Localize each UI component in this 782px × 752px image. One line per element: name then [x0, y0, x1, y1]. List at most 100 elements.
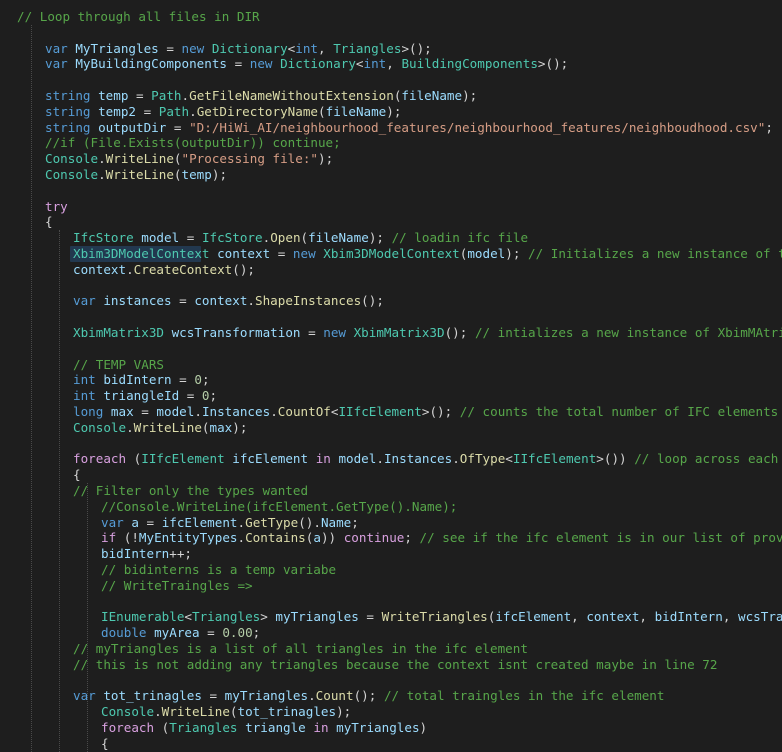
code-token: =: [227, 56, 250, 72]
code-token: .: [237, 530, 246, 546]
code-line[interactable]: var a = ifcElement.GetType().Name;: [101, 515, 359, 531]
code-token: ().: [298, 514, 321, 530]
code-token: outputDir: [98, 119, 167, 135]
code-line[interactable]: //Console.WriteLine(ifcElement.GetType()…: [101, 499, 457, 515]
code-line[interactable]: XbimMatrix3D wcsTransformation = new Xbi…: [73, 325, 782, 341]
code-token: myArea: [154, 625, 200, 641]
code-token: // Filter only the types wanted: [73, 483, 309, 498]
code-token: );: [505, 246, 528, 261]
code-line[interactable]: foreach (Triangles triangle in myTriangl…: [101, 720, 427, 736]
code-token: fileName: [325, 103, 387, 119]
code-token: .: [189, 103, 197, 119]
code-token: ;: [252, 625, 261, 641]
code-token: ;: [404, 530, 420, 546]
code-token: ,: [318, 40, 334, 56]
code-token: myTriangles: [336, 720, 420, 735]
code-token: IfcStore: [201, 230, 263, 246]
code-token: ShapeInstances: [255, 293, 362, 309]
code-token: .: [308, 688, 316, 704]
code-line[interactable]: //if (File.Exists(outputDir)) continue;: [45, 135, 341, 151]
code-line[interactable]: string temp = Path.GetFileNameWithoutExt…: [45, 88, 477, 104]
code-line[interactable]: // TEMP VARS: [73, 357, 164, 373]
code-token: Path: [151, 88, 182, 103]
code-token: <: [505, 451, 513, 467]
code-token: continue: [343, 530, 405, 546]
code-line[interactable]: bidIntern++;: [101, 546, 192, 562]
code-line[interactable]: Console.WriteLine("Processing file:");: [45, 151, 333, 167]
code-token: .: [181, 88, 190, 103]
code-token: );: [232, 419, 248, 435]
code-line[interactable]: // WriteTraingles =>: [101, 578, 253, 594]
code-line[interactable]: string temp2 = Path.GetDirectoryName(fil…: [45, 104, 401, 120]
code-token: );: [368, 230, 392, 246]
code-token: >();: [537, 56, 569, 72]
code-token: myTriangles: [224, 688, 309, 704]
code-token: var: [45, 56, 76, 72]
code-token: ifcElement: [495, 609, 572, 625]
code-token: Xbim3DModelContext: [73, 246, 210, 261]
code-token: Console: [73, 419, 127, 435]
code-token: WriteLine: [161, 704, 230, 720]
code-line[interactable]: if (!MyEntityTypes.Contains(a)) continue…: [101, 530, 782, 546]
code-line[interactable]: var tot_trinagles = myTriangles.Count();…: [73, 688, 664, 704]
code-editor[interactable]: // Loop through all files in DIR var MyTr…: [0, 0, 782, 752]
code-token: model: [141, 230, 180, 246]
code-line[interactable]: long max = model.Instances.CountOf<IIfcE…: [73, 404, 778, 420]
code-line[interactable]: Xbim3DModelContext context = new Xbim3DM…: [73, 246, 782, 262]
code-line[interactable]: foreach (IIfcElement ifcElement in model…: [73, 451, 782, 467]
code-token: .: [452, 451, 460, 467]
code-line[interactable]: context.CreateContext();: [73, 262, 255, 278]
code-token: tot_trinagles: [103, 688, 202, 704]
code-line[interactable]: IfcStore model = IfcStore.Open(fileName)…: [73, 230, 528, 246]
code-line[interactable]: int bidIntern = 0;: [73, 372, 210, 388]
code-token: );: [336, 704, 352, 720]
code-line[interactable]: Console.WriteLine(tot_trinagles);: [101, 704, 351, 720]
code-line[interactable]: try: [45, 199, 68, 215]
code-line[interactable]: // Filter only the types wanted: [73, 483, 308, 499]
code-token: 0: [201, 388, 210, 404]
code-token: {: [101, 735, 109, 751]
code-token: =: [179, 388, 202, 404]
code-token: GetFileNameWithoutExtension: [189, 88, 394, 103]
code-line[interactable]: var MyBuildingComponents = new Dictionar…: [45, 56, 568, 72]
code-token: WriteTriangles: [381, 609, 488, 625]
code-token: Instances: [383, 451, 453, 467]
code-line[interactable]: Console.WriteLine(max);: [73, 420, 247, 436]
code-line[interactable]: {: [45, 214, 53, 230]
code-line[interactable]: // bidinterns is a temp variabe: [101, 562, 336, 578]
code-token: // TEMP VARS: [73, 356, 164, 372]
code-token: .: [237, 514, 246, 530]
code-line[interactable]: double myArea = 0.00;: [101, 625, 260, 641]
code-line[interactable]: Console.WriteLine(temp);: [45, 167, 227, 183]
code-token: =: [171, 372, 195, 388]
code-line[interactable]: // myTriangles is a list of all triangle…: [73, 641, 528, 657]
code-token: GetDirectoryName: [196, 103, 319, 119]
code-token: ifcElement: [161, 514, 238, 530]
code-line[interactable]: int triangleId = 0;: [73, 388, 217, 404]
code-token: var: [73, 293, 104, 309]
code-token: (: [229, 704, 238, 720]
code-token: ;: [201, 372, 210, 388]
code-line[interactable]: IEnumerable<Triangles> myTriangles = Wri…: [101, 609, 782, 625]
code-line[interactable]: // this is not adding any triangles beca…: [73, 657, 717, 673]
code-line[interactable]: var MyTriangles = new Dictionary<int, Tr…: [45, 41, 432, 57]
code-line[interactable]: {: [73, 467, 81, 483]
code-token: string: [45, 119, 99, 135]
code-token: IIfcElement: [512, 451, 597, 467]
code-line[interactable]: {: [101, 736, 109, 752]
code-token: // total traingles in the ifc element: [383, 688, 665, 704]
code-token: (: [300, 230, 309, 246]
code-token: =: [199, 625, 223, 641]
code-token: // counts the total number of IFC elemen…: [459, 404, 779, 419]
code-token: string: [45, 88, 99, 103]
code-line[interactable]: string outputDir = "D:/HiWi_AI/neighbour…: [45, 120, 773, 136]
code-token: WriteLine: [105, 151, 174, 167]
code-token: new: [181, 40, 212, 56]
code-line[interactable]: var instances = context.ShapeInstances()…: [73, 293, 384, 309]
code-token: model: [467, 246, 506, 261]
code-token: =: [179, 230, 202, 246]
code-line[interactable]: // Loop through all files in DIR: [17, 9, 260, 25]
code-token: triangle: [245, 720, 306, 735]
